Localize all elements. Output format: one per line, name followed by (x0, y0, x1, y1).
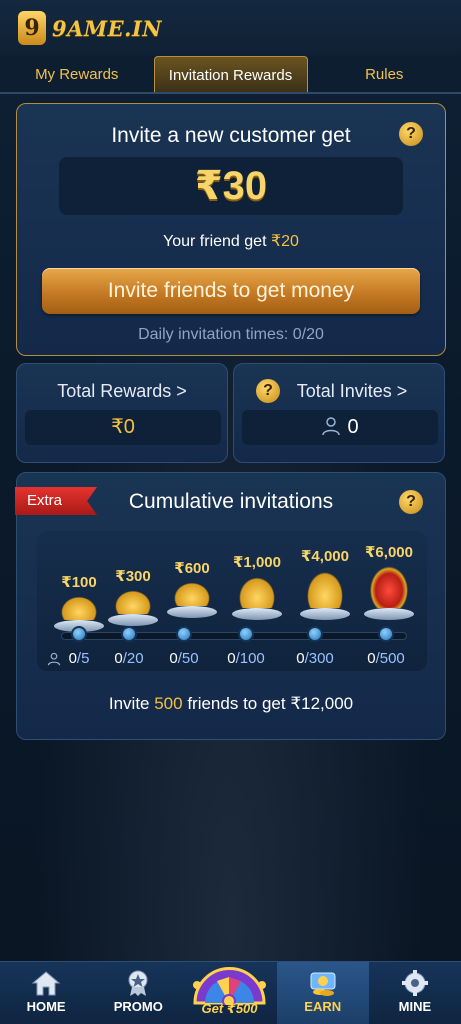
tier-amount: ₹6,000 (365, 544, 413, 561)
tier-5: ₹4,000 (295, 547, 355, 620)
nav-home-label: HOME (26, 999, 66, 1014)
progress-track (61, 632, 407, 640)
tier-progress: 0/20 (114, 650, 144, 667)
invite-title: Invite a new customer get (111, 124, 351, 147)
tier-2: ₹300 (103, 567, 163, 626)
friend-get-prefix: Your friend get (163, 233, 271, 250)
user-icon (322, 417, 341, 436)
total-invites-card[interactable]: ? Total Invites > 0 (233, 363, 445, 463)
nav-promo[interactable]: PROMO (92, 962, 184, 1024)
total-invites-value: 0 (242, 410, 438, 445)
nav-home[interactable]: HOME (0, 962, 92, 1024)
promo-icon (128, 970, 148, 996)
coins-icon (304, 568, 346, 608)
tier-amount: ₹1,000 (233, 554, 281, 571)
logo-icon: 9 (18, 11, 46, 45)
tier-progress: 0/100 (227, 650, 265, 667)
tab-invitation-rewards[interactable]: Invitation Rewards (153, 56, 308, 92)
total-rewards-value: ₹0 (25, 410, 221, 445)
cumulative-footer: Invite 500 friends to get ₹12,000 (108, 694, 354, 713)
pedestal-icon (364, 608, 414, 620)
invite-amount: ₹30 (59, 157, 403, 215)
tier-amount: ₹300 (115, 568, 151, 585)
tier-progress: 0/500 (367, 650, 405, 667)
coins-icon (171, 580, 213, 606)
cumulative-title: Cumulative invitations (128, 490, 334, 513)
coins-icon (58, 594, 100, 620)
progress-node (307, 626, 323, 642)
tier-1: ₹100 (49, 573, 109, 632)
coins-icon (112, 588, 154, 614)
progress-node (176, 626, 192, 642)
tier-3: ₹600 (162, 559, 222, 618)
total-invites-count: 0 (347, 416, 359, 438)
total-invites-label[interactable]: ? Total Invites > (234, 379, 444, 403)
nav-earn[interactable]: EARN (276, 962, 369, 1024)
gear-icon (401, 970, 428, 996)
daily-invitation-times: Daily invitation times: 0/20 (138, 326, 324, 343)
nav-earn-label: EARN (304, 999, 342, 1014)
wheel-label: Get ₹500 (201, 1001, 258, 1016)
tiers-panel: ₹100 ₹300 ₹600 ₹1,000 ₹4,000 ₹6,000 0/5 … (37, 531, 427, 671)
total-invites-text: Total Invites > (296, 381, 408, 401)
logo-text: 9AME.IN (52, 15, 162, 41)
friend-get-text: Your friend get ₹20 (17, 231, 445, 251)
help-icon[interactable]: ? (256, 379, 280, 403)
friend-get-amount: ₹20 (270, 233, 299, 250)
coins-icon (236, 574, 278, 608)
pedestal-icon (300, 608, 350, 620)
progress-node (378, 626, 394, 642)
cumulative-invitations-card: Extra Cumulative invitations ? ₹100 ₹300… (15, 472, 446, 740)
total-rewards-card[interactable]: Total Rewards > ₹0 (16, 363, 228, 463)
progress-node (71, 626, 87, 642)
invite-friends-button[interactable]: Invite friends to get money (42, 268, 420, 314)
pedestal-icon (108, 614, 158, 626)
nav-mine[interactable]: MINE (369, 962, 461, 1024)
tier-amount: ₹4,000 (301, 548, 349, 565)
nav-get-bonus[interactable]: Get ₹500 (187, 955, 272, 1024)
nav-mine-label: MINE (398, 999, 432, 1014)
tab-my-rewards[interactable]: My Rewards (0, 56, 154, 92)
tier-6: ₹6,000 (359, 543, 419, 620)
invite-card: Invite a new customer get ? ₹30 Your fri… (16, 103, 446, 356)
total-rewards-label[interactable]: Total Rewards > (17, 381, 227, 402)
nav-promo-label: PROMO (113, 999, 163, 1014)
tier-progress: 0/50 (169, 650, 199, 667)
help-icon[interactable]: ? (399, 490, 423, 514)
tier-progress: 0/300 (296, 650, 334, 667)
gift-coins-icon (368, 564, 410, 608)
pedestal-icon (232, 608, 282, 620)
earn-icon (310, 972, 336, 996)
wheel-icon (193, 967, 266, 1008)
help-icon[interactable]: ? (399, 122, 423, 146)
header: 9 9AME.IN (0, 0, 461, 56)
tier-4: ₹1,000 (227, 553, 287, 620)
tab-rules[interactable]: Rules (308, 56, 461, 92)
home-icon (31, 971, 61, 996)
tier-amount: ₹100 (61, 574, 97, 591)
progress-node (121, 626, 137, 642)
pedestal-icon (167, 606, 217, 618)
progress-node (238, 626, 254, 642)
tab-bar: My Rewards Invitation Rewards Rules (0, 56, 461, 94)
tier-amount: ₹600 (174, 560, 210, 577)
